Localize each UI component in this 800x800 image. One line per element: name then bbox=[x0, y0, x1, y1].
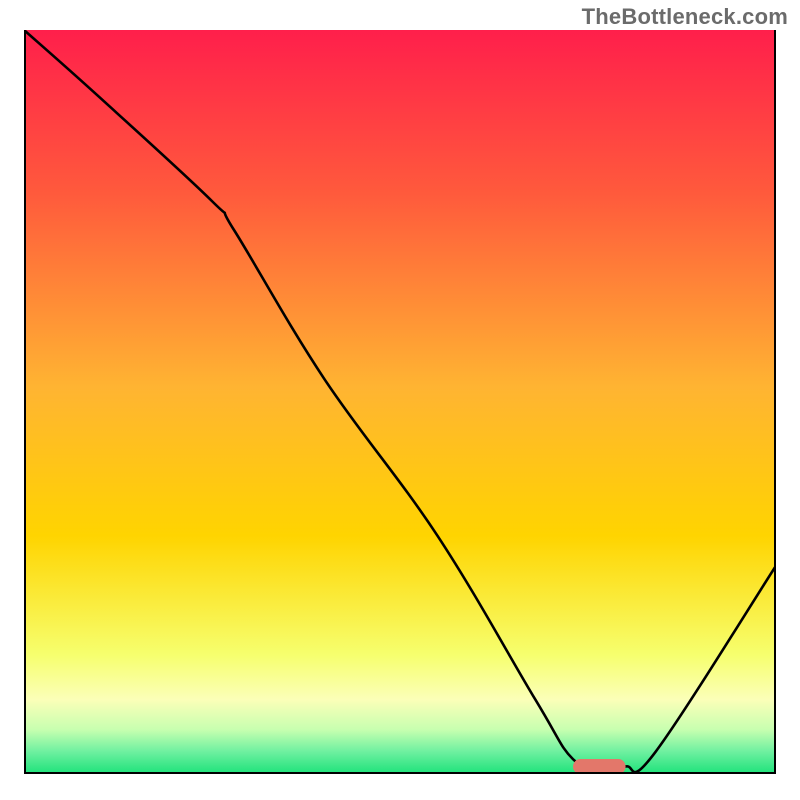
watermark-label: TheBottleneck.com bbox=[582, 4, 788, 30]
chart-stage: TheBottleneck.com bbox=[0, 0, 800, 800]
gradient-bg bbox=[24, 30, 776, 774]
chart-svg bbox=[24, 30, 776, 774]
optimal-marker bbox=[573, 759, 626, 774]
plot-area bbox=[24, 30, 776, 774]
